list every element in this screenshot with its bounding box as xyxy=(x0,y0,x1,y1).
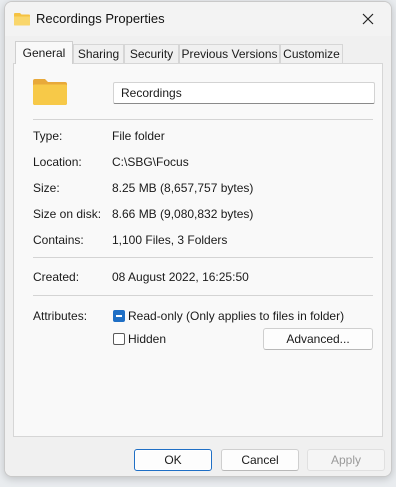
folder-name-input[interactable] xyxy=(113,82,375,104)
size-on-disk-value: 8.66 MB (9,080,832 bytes) xyxy=(112,207,254,221)
separator xyxy=(33,119,373,120)
separator xyxy=(33,257,373,258)
advanced-button[interactable]: Advanced... xyxy=(263,328,373,350)
close-button[interactable] xyxy=(345,2,391,36)
tab-general[interactable]: General xyxy=(15,41,73,64)
separator xyxy=(33,295,373,296)
type-label: Type: xyxy=(33,129,63,143)
tab-customize[interactable]: Customize xyxy=(280,44,343,63)
size-value: 8.25 MB (8,657,757 bytes) xyxy=(112,181,254,195)
dialog-footer: OK Cancel Apply xyxy=(5,442,391,476)
window-title: Recordings Properties xyxy=(36,11,165,26)
contains-label: Contains: xyxy=(33,233,84,247)
apply-button[interactable]: Apply xyxy=(307,449,385,471)
type-value: File folder xyxy=(112,129,165,143)
tab-sharing[interactable]: Sharing xyxy=(73,44,124,63)
created-label: Created: xyxy=(33,270,80,284)
cancel-button[interactable]: Cancel xyxy=(221,449,299,471)
location-value: C:\SBG\Focus xyxy=(112,155,189,169)
readonly-checkbox[interactable] xyxy=(113,310,125,322)
folder-icon xyxy=(14,13,30,26)
tab-security[interactable]: Security xyxy=(124,44,179,63)
hidden-label[interactable]: Hidden xyxy=(128,332,166,346)
contains-value: 1,100 Files, 3 Folders xyxy=(112,233,228,247)
readonly-label[interactable]: Read-only (Only applies to files in fold… xyxy=(128,309,344,323)
size-label: Size: xyxy=(33,181,60,195)
tab-previous-versions[interactable]: Previous Versions xyxy=(179,44,280,63)
created-value: 08 August 2022, 16:25:50 xyxy=(112,270,249,284)
folder-icon xyxy=(33,79,67,105)
general-panel: Type: File folder Location: C:\SBG\Focus… xyxy=(13,63,383,437)
close-icon xyxy=(362,13,374,25)
size-on-disk-label: Size on disk: xyxy=(33,207,102,221)
properties-dialog: Recordings Properties General Sharing Se… xyxy=(4,1,392,477)
hidden-checkbox[interactable] xyxy=(113,333,125,345)
location-label: Location: xyxy=(33,155,82,169)
title-bar: Recordings Properties xyxy=(5,2,391,36)
attributes-label: Attributes: xyxy=(33,309,88,323)
ok-button[interactable]: OK xyxy=(134,449,212,471)
